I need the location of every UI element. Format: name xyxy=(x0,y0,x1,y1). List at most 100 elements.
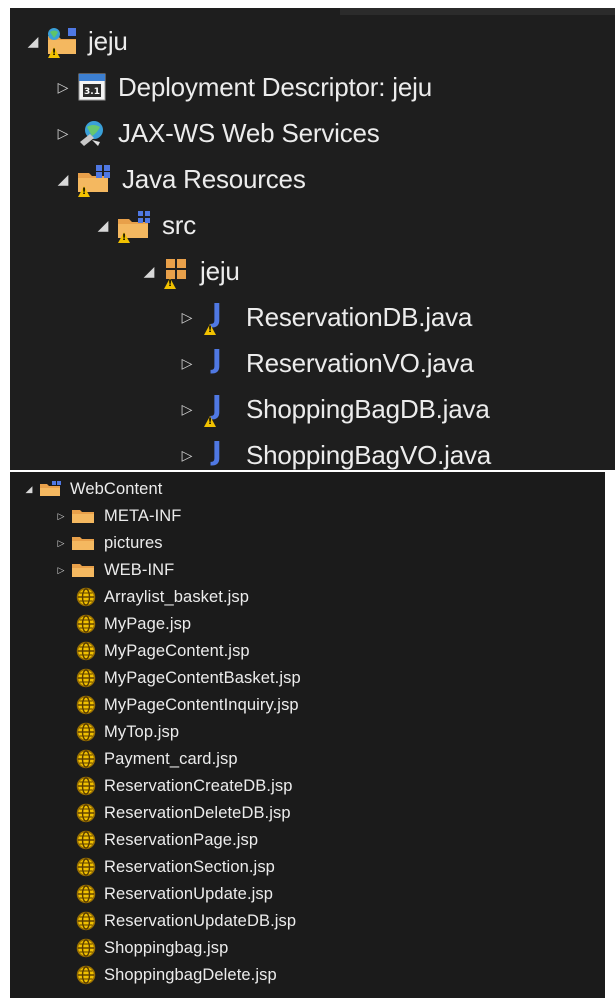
jsp-file-label: ReservationPage.jsp xyxy=(104,830,259,849)
collapsed-arrow-icon[interactable]: ▷ xyxy=(52,565,70,576)
tree-item-webcontent[interactable]: ◢ WebContent xyxy=(20,476,163,502)
tree-item-jsp-file[interactable]: Payment_card.jsp xyxy=(76,746,238,772)
tree-item-java-file[interactable]: ▷ J ShoppingBagVO.java xyxy=(176,432,492,470)
java-file-label: ReservationDB.java xyxy=(246,301,473,332)
deployment-descriptor-label: Deployment Descriptor: jeju xyxy=(118,71,432,102)
webcontent-label: WebContent xyxy=(70,479,163,498)
package-label: jeju xyxy=(200,255,240,286)
jsp-globe-icon xyxy=(76,857,96,877)
jsp-globe-icon xyxy=(76,749,96,769)
collapsed-arrow-icon[interactable]: ▷ xyxy=(176,401,198,418)
tree-item-deployment-descriptor[interactable]: ▷ 3.1 Deployment Descriptor: jeju xyxy=(52,64,433,110)
jsp-globe-icon xyxy=(76,641,96,661)
tree-item-jsp-file[interactable]: ReservationPage.jsp xyxy=(76,827,258,853)
tree-item-java-file[interactable]: ▷ J ShoppingBagDB.java xyxy=(176,386,490,432)
jsp-globe-icon xyxy=(76,938,96,958)
tree-item-jsp-file[interactable]: ReservationDeleteDB.jsp xyxy=(76,800,291,826)
collapsed-arrow-icon[interactable]: ▷ xyxy=(176,309,198,326)
jsp-file-label: MyPageContentInquiry.jsp xyxy=(104,695,299,714)
jsp-globe-icon xyxy=(76,776,96,796)
jsp-globe-icon xyxy=(76,722,96,742)
web-services-icon xyxy=(74,118,110,148)
java-resources-label: Java Resources xyxy=(122,163,306,194)
web-project-warning-icon xyxy=(44,26,80,58)
jsp-globe-icon xyxy=(76,911,96,931)
tree-item-jsp-file[interactable]: ReservationUpdate.jsp xyxy=(76,881,273,907)
jsp-file-label: ReservationCreateDB.jsp xyxy=(104,776,293,795)
jsp-globe-icon xyxy=(76,965,96,985)
jsp-file-label: MyPage.jsp xyxy=(104,614,192,633)
project-label: jeju xyxy=(88,25,128,56)
tree-item-jsp-file[interactable]: Arraylist_basket.jsp xyxy=(76,584,249,610)
jsp-globe-icon xyxy=(76,614,96,634)
jsp-globe-icon xyxy=(76,884,96,904)
jsp-globe-icon xyxy=(76,668,96,688)
project-explorer-tree: ◢ WebContent ▷ META-INF ▷ pictures ▷ WEB… xyxy=(10,472,605,998)
deployment-descriptor-icon: 3.1 xyxy=(74,72,110,102)
project-explorer-tree-zoomed: ◢ jeju ▷ 3.1 Deployment Descriptor: jeju xyxy=(10,8,615,470)
expanded-arrow-icon[interactable]: ◢ xyxy=(22,33,44,50)
tree-item-project[interactable]: ◢ jeju xyxy=(22,18,128,64)
expanded-arrow-icon[interactable]: ◢ xyxy=(92,217,114,234)
jsp-file-label: ReservationUpdate.jsp xyxy=(104,884,274,903)
folder-label: WEB-INF xyxy=(104,560,175,579)
java-file-label: ShoppingBagDB.java xyxy=(246,393,490,424)
collapsed-arrow-icon[interactable]: ▷ xyxy=(176,447,198,464)
java-file-warning-icon: J xyxy=(198,391,238,427)
java-file-icon: J xyxy=(212,345,222,375)
tree-item-jsp-file[interactable]: ReservationCreateDB.jsp xyxy=(76,773,292,799)
tree-item-folder[interactable]: ▷ WEB-INF xyxy=(52,557,175,583)
jsp-file-label: Shoppingbag.jsp xyxy=(104,938,229,957)
jsp-file-label: MyPageContentBasket.jsp xyxy=(104,668,301,687)
folder-icon xyxy=(70,561,96,579)
tree-item-package[interactable]: ◢ jeju xyxy=(138,248,240,294)
jsp-file-label: Payment_card.jsp xyxy=(104,749,238,768)
tree-item-jsp-file[interactable]: MyPage.jsp xyxy=(76,611,191,637)
tree-item-jsp-file[interactable]: ShoppingbagDelete.jsp xyxy=(76,962,277,988)
java-file-warning-icon: J xyxy=(198,299,238,335)
tree-item-jsp-file[interactable]: Shoppingbag.jsp xyxy=(76,935,228,961)
expanded-arrow-icon[interactable]: ◢ xyxy=(138,263,160,280)
jaxws-label: JAX-WS Web Services xyxy=(118,117,380,148)
java-file-label: ShoppingBagVO.java xyxy=(246,439,492,470)
folder-icon xyxy=(70,534,96,552)
tree-item-src[interactable]: ◢ src xyxy=(92,202,196,248)
jsp-file-label: Arraylist_basket.jsp xyxy=(104,587,250,606)
jsp-file-label: ReservationUpdateDB.jsp xyxy=(104,911,297,930)
tree-item-java-resources[interactable]: ◢ Java Resources xyxy=(52,156,306,202)
collapsed-arrow-icon[interactable]: ▷ xyxy=(52,79,74,96)
tree-item-java-file[interactable]: ▷ J ReservationVO.java xyxy=(176,340,474,386)
folder-label: pictures xyxy=(104,533,163,552)
java-file-icon: J xyxy=(212,437,222,467)
java-resources-warning-icon xyxy=(74,163,114,197)
expanded-arrow-icon[interactable]: ◢ xyxy=(20,484,38,495)
folder-icon xyxy=(70,507,96,525)
jsp-file-label: MyPageContent.jsp xyxy=(104,641,250,660)
tree-item-jsp-file[interactable]: MyPageContentInquiry.jsp xyxy=(76,692,299,718)
tree-item-jsp-file[interactable]: ReservationSection.jsp xyxy=(76,854,275,880)
jsp-globe-icon xyxy=(76,830,96,850)
jsp-file-label: MyTop.jsp xyxy=(104,722,180,741)
tree-item-folder[interactable]: ▷ pictures xyxy=(52,530,163,556)
tree-item-jsp-file[interactable]: ReservationUpdateDB.jsp xyxy=(76,908,296,934)
collapsed-arrow-icon[interactable]: ▷ xyxy=(52,538,70,549)
tree-item-jsp-file[interactable]: MyPageContent.jsp xyxy=(76,638,250,664)
tree-item-jsp-file[interactable]: MyTop.jsp xyxy=(76,719,179,745)
collapsed-arrow-icon[interactable]: ▷ xyxy=(52,125,74,142)
collapsed-arrow-icon[interactable]: ▷ xyxy=(52,511,70,522)
jsp-file-label: ReservationDeleteDB.jsp xyxy=(104,803,291,822)
tree-item-jsp-file[interactable]: MyPageContentBasket.jsp xyxy=(76,665,301,691)
package-warning-icon xyxy=(160,255,192,289)
tree-item-folder[interactable]: ▷ META-INF xyxy=(52,503,182,529)
web-content-folder-icon xyxy=(38,480,62,498)
tree-item-jaxws[interactable]: ▷ JAX-WS Web Services xyxy=(52,110,380,156)
java-file-label: ReservationVO.java xyxy=(246,347,474,378)
tree-item-java-file[interactable]: ▷ J ReservationDB.java xyxy=(176,294,472,340)
expanded-arrow-icon[interactable]: ◢ xyxy=(52,171,74,188)
src-label: src xyxy=(162,209,197,240)
jsp-globe-icon xyxy=(76,695,96,715)
jsp-globe-icon xyxy=(76,587,96,607)
jsp-globe-icon xyxy=(76,803,96,823)
collapsed-arrow-icon[interactable]: ▷ xyxy=(176,355,198,372)
folder-label: META-INF xyxy=(104,506,182,525)
